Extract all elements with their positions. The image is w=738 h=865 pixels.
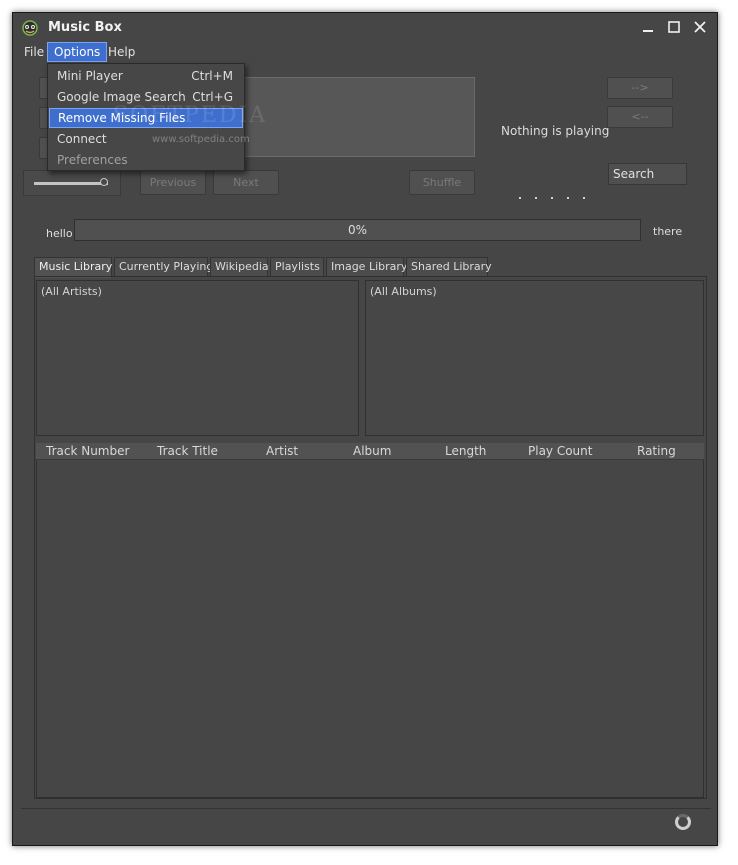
tab-music-library[interactable]: Music Library [34, 257, 112, 278]
watermark-logo: SOFTPEDIA [113, 103, 268, 128]
menu-item-preferences[interactable]: Preferences [49, 150, 243, 170]
track-table[interactable] [36, 443, 704, 798]
back-button[interactable]: <-- [607, 106, 673, 128]
menu-file[interactable]: File [18, 42, 50, 62]
artists-list[interactable]: (All Artists) [36, 280, 359, 436]
tab-wikipedia[interactable]: Wikipedia [210, 257, 269, 277]
column-album[interactable]: Album [353, 444, 391, 458]
menu-item-label: Preferences [57, 153, 128, 167]
rating-dots[interactable] [518, 195, 598, 201]
maximize-icon[interactable] [665, 18, 683, 36]
tab-playlists[interactable]: Playlists [270, 257, 324, 277]
minimize-icon[interactable] [639, 18, 657, 36]
all-artists-item[interactable]: (All Artists) [41, 285, 102, 298]
title-bar[interactable]: Music Box [13, 13, 717, 43]
search-button[interactable]: Search [608, 163, 687, 185]
column-play-count[interactable]: Play Count [528, 444, 592, 458]
tab-currently-playing[interactable]: Currently Playing [114, 257, 213, 277]
menu-item-label: Connect [57, 132, 107, 146]
column-track-number[interactable]: Track Number [46, 444, 129, 458]
menu-help[interactable]: Help [102, 42, 141, 62]
window-title: Music Box [48, 20, 122, 35]
rating-dot[interactable] [535, 197, 537, 199]
column-track-title[interactable]: Track Title [157, 444, 218, 458]
menu-options[interactable]: Options [47, 42, 108, 62]
volume-slider-track[interactable] [34, 182, 108, 185]
previous-button[interactable]: Previous [140, 170, 206, 195]
app-window: Music Box File Options Help --> <-- Noth… [12, 12, 718, 846]
menu-item-shortcut: Ctrl+M [191, 69, 233, 83]
monkey-app-icon [22, 20, 38, 36]
close-icon[interactable] [691, 18, 709, 36]
volume-slider[interactable] [23, 170, 121, 196]
tab-shared-library[interactable]: Shared Library [406, 257, 492, 277]
forward-button[interactable]: --> [607, 77, 673, 99]
shuffle-button[interactable]: Shuffle [409, 170, 475, 195]
album-art-area [235, 77, 475, 157]
tab-image-library[interactable]: Image Library [326, 257, 407, 277]
menu-bar: File Options Help [13, 42, 717, 62]
watermark-url: www.softpedia.com [152, 134, 250, 145]
rating-dot[interactable] [551, 197, 553, 199]
progress-bar[interactable]: 0% [74, 219, 641, 241]
progress-right-label: there [653, 225, 683, 238]
menu-item-label: Google Image Search [57, 90, 186, 104]
albums-list[interactable]: (All Albums) [365, 280, 704, 436]
menu-item-mini-player[interactable]: Mini Player Ctrl+M [49, 66, 243, 86]
rating-dot[interactable] [519, 197, 521, 199]
loading-spinner-icon [675, 814, 691, 830]
now-playing-label: Nothing is playing [501, 124, 610, 138]
column-length[interactable]: Length [445, 444, 486, 458]
track-table-header: Track Number Track Title Artist Album Le… [36, 443, 704, 460]
next-button[interactable]: Next [213, 170, 279, 195]
rating-dot[interactable] [567, 197, 569, 199]
progress-left-label: hello [46, 227, 73, 240]
column-artist[interactable]: Artist [266, 444, 298, 458]
menu-item-label: Mini Player [57, 69, 123, 83]
all-albums-item[interactable]: (All Albums) [370, 285, 437, 298]
status-bar-divider [21, 808, 711, 809]
column-rating[interactable]: Rating [637, 444, 676, 458]
rating-dot[interactable] [583, 197, 585, 199]
